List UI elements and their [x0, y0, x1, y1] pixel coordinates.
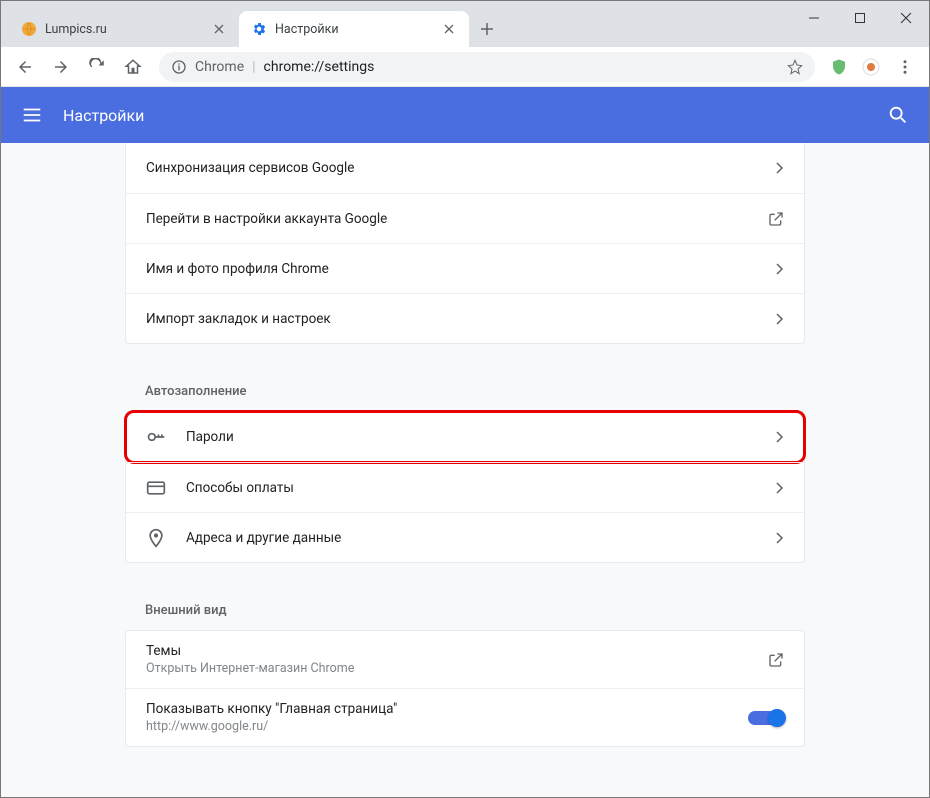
row-show-home-button[interactable]: Показывать кнопку "Главная страница" htt…	[126, 688, 804, 746]
tab-title: Настройки	[275, 22, 433, 37]
settings-header: Настройки	[1, 87, 929, 143]
content-viewport: Настройки Синхронизация сервисов Google …	[1, 87, 929, 797]
row-label: Способы оплаты	[186, 480, 776, 496]
key-icon	[146, 427, 166, 447]
window-controls	[791, 1, 929, 47]
hamburger-icon[interactable]	[21, 104, 43, 126]
close-window-button[interactable]	[883, 1, 929, 35]
minimize-button[interactable]	[791, 1, 837, 35]
tab-favicon-lumpics	[21, 21, 37, 37]
search-icon[interactable]	[887, 104, 909, 126]
close-icon[interactable]	[211, 21, 227, 37]
maximize-button[interactable]	[837, 1, 883, 35]
chevron-right-icon	[776, 162, 784, 174]
row-payment-methods[interactable]: Способы оплаты	[126, 462, 804, 512]
menu-button[interactable]	[889, 51, 921, 83]
site-info-icon[interactable]	[171, 59, 187, 75]
reload-button[interactable]	[81, 51, 113, 83]
row-label: Темы	[146, 643, 768, 659]
row-label: Перейти в настройки аккаунта Google	[146, 211, 768, 227]
external-link-icon	[768, 652, 784, 668]
settings-body: Синхронизация сервисов Google Перейти в …	[1, 143, 929, 797]
bookmark-star-icon[interactable]	[787, 59, 803, 75]
row-label: Адреса и другие данные	[186, 530, 776, 546]
new-tab-button[interactable]	[473, 15, 501, 43]
row-label: Показывать кнопку "Главная страница"	[146, 701, 748, 717]
extension-generic-icon[interactable]	[857, 53, 885, 81]
row-import-bookmarks[interactable]: Импорт закладок и настроек	[126, 293, 804, 343]
url-separator: |	[252, 59, 255, 75]
row-chrome-profile[interactable]: Имя и фото профиля Chrome	[126, 243, 804, 293]
settings-page-scroll[interactable]: Настройки Синхронизация сервисов Google …	[1, 87, 929, 797]
row-label: Имя и фото профиля Chrome	[146, 261, 776, 277]
credit-card-icon	[146, 478, 166, 498]
browser-window: Lumpics.ru Настройки	[0, 0, 930, 798]
row-themes[interactable]: Темы Открыть Интернет-магазин Chrome	[126, 631, 804, 688]
tab-lumpics[interactable]: Lumpics.ru	[9, 11, 239, 47]
external-link-icon	[768, 211, 784, 227]
row-label: Синхронизация сервисов Google	[146, 160, 776, 176]
gear-icon	[251, 21, 267, 37]
location-icon	[146, 528, 166, 548]
chevron-right-icon	[776, 482, 784, 494]
section-title-appearance: Внешний вид	[125, 587, 805, 630]
toggle-switch[interactable]	[748, 711, 784, 725]
settings-title: Настройки	[63, 106, 887, 125]
home-button[interactable]	[117, 51, 149, 83]
chevron-right-icon	[776, 431, 784, 443]
url-text: chrome://settings	[264, 59, 375, 75]
autofill-card: Пароли Способы оплаты	[125, 411, 805, 563]
chevron-right-icon	[776, 532, 784, 544]
address-bar[interactable]: Chrome | chrome://settings	[159, 52, 815, 82]
row-passwords[interactable]: Пароли	[126, 412, 804, 462]
forward-button[interactable]	[45, 51, 77, 83]
settings-container: Синхронизация сервисов Google Перейти в …	[125, 143, 805, 747]
row-google-account-settings[interactable]: Перейти в настройки аккаунта Google	[126, 193, 804, 243]
titlebar: Lumpics.ru Настройки	[1, 1, 929, 47]
section-title-autofill: Автозаполнение	[125, 368, 805, 411]
tab-title: Lumpics.ru	[45, 22, 203, 37]
chevron-right-icon	[776, 313, 784, 325]
row-label: Пароли	[186, 429, 776, 445]
appearance-card: Темы Открыть Интернет-магазин Chrome Пок…	[125, 630, 805, 747]
row-addresses[interactable]: Адреса и другие данные	[126, 512, 804, 562]
close-icon[interactable]	[441, 21, 457, 37]
row-label: Импорт закладок и настроек	[146, 311, 776, 327]
url-scheme: Chrome	[195, 59, 244, 75]
account-card: Синхронизация сервисов Google Перейти в …	[125, 143, 805, 344]
tab-settings[interactable]: Настройки	[239, 11, 469, 47]
nav-toolbar: Chrome | chrome://settings	[1, 47, 929, 87]
back-button[interactable]	[9, 51, 41, 83]
chevron-right-icon	[776, 263, 784, 275]
row-sublabel: http://www.google.ru/	[146, 719, 748, 734]
row-sublabel: Открыть Интернет-магазин Chrome	[146, 661, 768, 676]
tab-strip: Lumpics.ru Настройки	[1, 1, 791, 47]
extension-adguard-icon[interactable]	[825, 53, 853, 81]
row-sync-google-services[interactable]: Синхронизация сервисов Google	[126, 143, 804, 193]
